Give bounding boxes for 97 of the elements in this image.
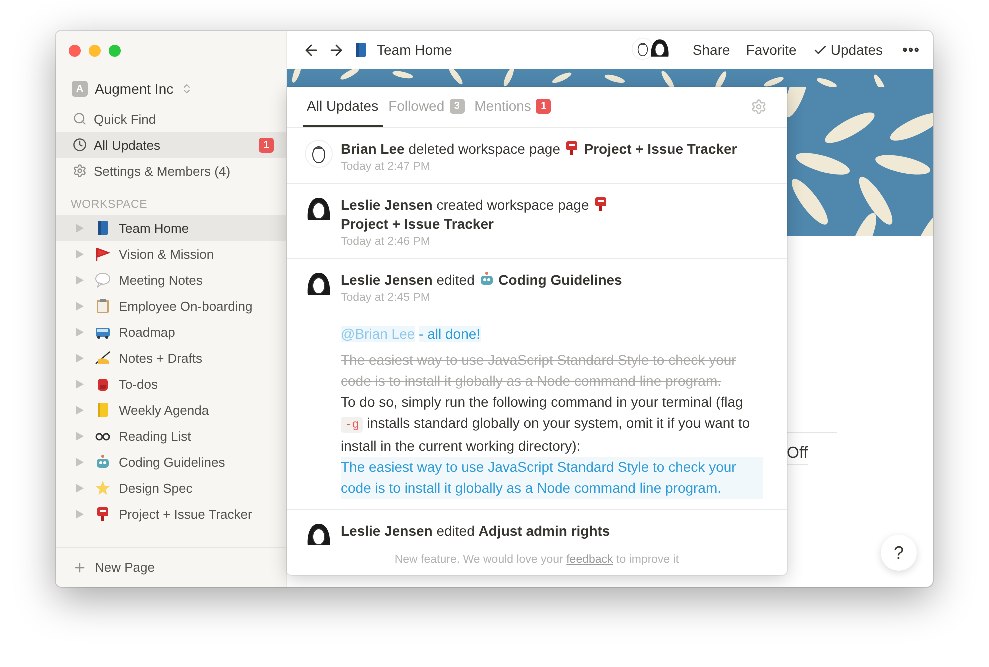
section-title: WORKSPACE: [70, 199, 149, 211]
caret-icon[interactable]: [76, 354, 84, 362]
page-label: To-dos: [119, 376, 158, 392]
speech-bubble-icon: [95, 272, 111, 288]
caret-icon[interactable]: [76, 458, 84, 466]
minimize-button[interactable]: [89, 45, 101, 57]
man-avatar: [305, 140, 333, 168]
comment-paragraph: To do so, simply run the following command in your terminal (flag -g installs standard globally on your system, omit it if you want to install in the current working directory):: [341, 393, 752, 456]
update-text: Leslie Jensen edited: [341, 523, 475, 539]
page-label: Team Home: [119, 220, 190, 236]
postbox-icon: [95, 506, 111, 522]
page-label: Design Spec: [119, 480, 193, 496]
settings-icon: [73, 164, 87, 178]
update-text: Leslie Jensen edited: [341, 272, 475, 288]
search-icon: [73, 112, 87, 126]
star-icon: [95, 480, 111, 496]
page-item[interactable]: Notes + Drafts: [56, 345, 286, 371]
woman-avatar: [648, 38, 671, 60]
caret-icon[interactable]: [76, 328, 84, 336]
caret-icon[interactable]: [76, 380, 84, 388]
caret-icon[interactable]: [76, 224, 84, 232]
help-button[interactable]: ?: [881, 535, 917, 571]
unread-count: 1: [259, 138, 274, 152]
toolbar-button[interactable]: Favorite: [742, 42, 801, 58]
toolbar-button[interactable]: Updates: [808, 42, 887, 58]
caret-icon[interactable]: [76, 276, 84, 284]
flag-icon: [95, 246, 111, 262]
page-link[interactable]: Project + Issue Tracker: [341, 216, 494, 232]
postbox-icon: [564, 140, 580, 156]
sidebar-label: Settings & Members (4): [94, 164, 231, 178]
page-item[interactable]: Coding Guidelines: [56, 449, 286, 475]
tab-count: 3: [450, 98, 465, 114]
backpack-icon: [95, 376, 111, 392]
toolbar-button[interactable]: Share: [688, 42, 734, 58]
sidebar-item[interactable]: All Updates 1: [56, 132, 286, 158]
page-title: Team Home: [377, 42, 452, 58]
page-item[interactable]: Design Spec: [56, 475, 286, 501]
page-item[interactable]: Project + Issue Tracker: [56, 501, 286, 527]
clipboard-icon: [95, 298, 111, 314]
page-link[interactable]: Adjust admin rights: [478, 523, 610, 539]
sidebar-label: All Updates: [94, 138, 160, 152]
page-label: Weekly Agenda: [119, 402, 210, 418]
page-label: Roadmap: [119, 324, 176, 340]
book-icon: [95, 220, 111, 236]
caret-icon[interactable]: [76, 484, 84, 492]
page-item[interactable]: Meeting Notes: [56, 267, 286, 293]
timestamp: Today at 2:45 PM: [341, 292, 432, 304]
feedback-note: New feature. We would love your feedback to improve it: [394, 554, 680, 566]
workspace-name[interactable]: Augment Inc: [95, 81, 174, 97]
tab[interactable]: All Updates: [303, 87, 383, 127]
man-avatar: [632, 38, 654, 60]
caret-icon[interactable]: [76, 406, 84, 414]
page-item[interactable]: Employee On-boarding: [56, 293, 286, 319]
tab-count: 1: [536, 98, 552, 114]
update-text: Brian Lee deleted workspace page: [341, 141, 560, 157]
caret-icon[interactable]: [76, 510, 84, 518]
caret-icon[interactable]: [76, 432, 84, 440]
caret-icon[interactable]: [76, 302, 84, 310]
writing-hand-icon: [95, 350, 111, 366]
robot-icon: [95, 454, 111, 470]
added-text: The easiest way to use JavaScript Standard Style to check your code is to install it globally as a Node command line program.: [341, 457, 763, 499]
zoom-button[interactable]: [109, 45, 121, 57]
sidebar-label: Quick Find: [94, 112, 156, 126]
page-label: Reading List: [119, 428, 192, 444]
notebook-icon: [95, 402, 111, 418]
postbox-icon: [593, 196, 610, 212]
page-item[interactable]: To-dos: [56, 371, 286, 397]
page-label: Notes + Drafts: [119, 350, 202, 366]
close-button[interactable]: [69, 45, 81, 57]
sidebar-item[interactable]: Settings & Members (4): [56, 158, 286, 184]
robot-icon: [478, 271, 495, 287]
page-item[interactable]: Roadmap: [56, 319, 286, 345]
caret-icon[interactable]: [76, 250, 84, 258]
page-item[interactable]: Reading List: [56, 423, 286, 449]
woman-avatar: [305, 522, 333, 545]
clock-icon: [73, 138, 87, 152]
removed-text: The easiest way to use JavaScript Standard Style to check your code is to install it globally as a Node command line program.: [341, 351, 738, 391]
page-label: Meeting Notes: [119, 272, 203, 288]
settings-icon[interactable]: [751, 99, 767, 115]
page-link[interactable]: Project + Issue Tracker: [584, 141, 738, 157]
page-item[interactable]: Team Home: [56, 215, 286, 241]
timestamp: Today at 2:47 PM: [341, 161, 432, 173]
sidebar-item[interactable]: Quick Find: [56, 106, 286, 132]
page-label: Coding Guidelines: [119, 454, 226, 470]
page-item[interactable]: Weekly Agenda: [56, 397, 286, 423]
timestamp: Today at 2:46 PM: [341, 236, 432, 248]
page-label: Employee On-boarding: [119, 298, 253, 314]
book-icon: [353, 42, 369, 58]
comment-text: - all done!: [419, 326, 481, 342]
page-label: Project + Issue Tracker: [119, 506, 252, 522]
update-text: Leslie Jensen created workspace page: [341, 197, 590, 213]
plus-icon: [73, 560, 87, 574]
workspace-initial: A: [72, 81, 88, 97]
page-label: Vision & Mission: [119, 246, 214, 262]
new-page-button[interactable]: New Page: [56, 547, 286, 587]
page-item[interactable]: Vision & Mission: [56, 241, 286, 267]
page-link[interactable]: Coding Guidelines: [498, 272, 622, 288]
